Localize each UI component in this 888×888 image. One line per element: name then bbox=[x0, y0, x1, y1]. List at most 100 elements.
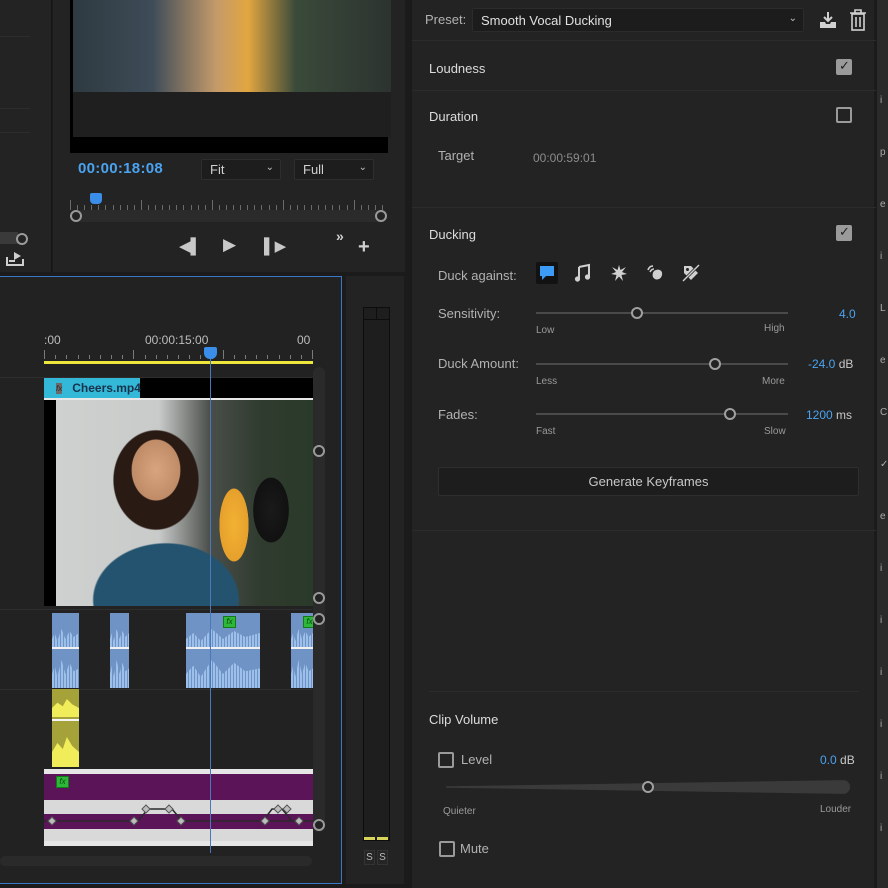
playhead-timecode[interactable]: 00:00:18:08 bbox=[78, 160, 163, 177]
dialogue-icon[interactable] bbox=[536, 262, 558, 284]
chevron-down-icon: ⌄ bbox=[358, 162, 367, 173]
export-icon[interactable] bbox=[6, 250, 24, 266]
work-area-bar[interactable] bbox=[44, 361, 313, 364]
divider bbox=[0, 36, 30, 37]
preset-select[interactable]: Smooth Vocal Ducking ⌄ bbox=[472, 8, 804, 32]
cut-off-label: e bbox=[880, 355, 886, 366]
divider bbox=[0, 132, 30, 133]
volume-line[interactable] bbox=[52, 719, 79, 721]
duck-amount-slider-knob[interactable] bbox=[708, 358, 721, 370]
video-clip[interactable]: fx Cheers.mp4 bbox=[44, 378, 313, 606]
scroll-handle[interactable] bbox=[313, 592, 325, 604]
sensitivity-slider-knob[interactable] bbox=[630, 307, 643, 319]
level-checkbox[interactable] bbox=[438, 752, 454, 768]
sensitivity-max-label: High bbox=[764, 323, 785, 334]
level-value[interactable]: 0.0 bbox=[820, 753, 837, 767]
meter-level-left bbox=[364, 837, 375, 840]
zoom-level-select[interactable]: Fit ⌄ bbox=[201, 159, 281, 180]
timeline-horizontal-scrollbar[interactable] bbox=[0, 856, 312, 866]
scroll-handle[interactable] bbox=[313, 819, 325, 831]
cut-off-label: C bbox=[880, 407, 888, 418]
chevron-down-icon: ⌄ bbox=[265, 162, 274, 173]
loudness-checkbox[interactable] bbox=[836, 58, 852, 75]
ruler-tick bbox=[289, 355, 291, 359]
waveform bbox=[291, 660, 313, 688]
more-controls-icon[interactable]: » bbox=[336, 228, 344, 244]
sensitivity-value[interactable]: 4.0 bbox=[839, 307, 856, 321]
volume-line[interactable] bbox=[52, 647, 79, 649]
level-readout: 0.0 dB bbox=[820, 753, 855, 767]
waveform bbox=[52, 737, 79, 767]
chevron-down-icon: ⌄ bbox=[788, 13, 797, 24]
timeline-playhead[interactable] bbox=[204, 347, 217, 359]
step-back-button[interactable]: ◀▌ bbox=[179, 237, 201, 255]
delete-preset-icon[interactable] bbox=[849, 9, 867, 31]
monitor-playhead[interactable] bbox=[90, 193, 102, 204]
dialogue-audio-clip[interactable] bbox=[110, 613, 129, 688]
monitor-time-ruler[interactable] bbox=[70, 196, 385, 210]
fades-slider-knob[interactable] bbox=[724, 408, 737, 420]
ruler-tick bbox=[178, 355, 179, 359]
dialogue-audio-clip[interactable]: fx bbox=[291, 613, 316, 688]
playback-resolution-select[interactable]: Full ⌄ bbox=[294, 159, 374, 180]
ruler-tick bbox=[44, 350, 45, 359]
clip-name: Cheers.mp4 bbox=[72, 381, 141, 395]
fx-icon[interactable]: fx bbox=[56, 382, 63, 394]
scrollbar-start-handle[interactable] bbox=[70, 210, 82, 222]
ruler-tick bbox=[353, 200, 355, 210]
clip-header: fx Cheers.mp4 bbox=[44, 378, 141, 398]
dialogue-audio-clip[interactable]: fx bbox=[186, 613, 260, 688]
zoom-level-value: Fit bbox=[210, 162, 225, 177]
ruler-tick bbox=[233, 355, 235, 359]
button-editor-add-icon[interactable]: + bbox=[358, 236, 370, 259]
fades-slider-track[interactable] bbox=[536, 413, 788, 415]
level-label: Level bbox=[461, 752, 493, 767]
target-duration-value[interactable]: 00:00:59:01 bbox=[533, 151, 596, 165]
duck-amount-slider-track[interactable] bbox=[536, 363, 788, 365]
duck-against-label: Duck against: bbox=[438, 268, 517, 283]
untagged-icon[interactable] bbox=[680, 262, 702, 284]
fades-min-label: Fast bbox=[536, 426, 556, 437]
solo-left-button[interactable]: S bbox=[364, 850, 375, 865]
audio-meter-panel: S S bbox=[346, 276, 404, 884]
divider bbox=[0, 108, 30, 109]
ducking-keyframes[interactable] bbox=[44, 774, 313, 851]
waveform bbox=[110, 660, 129, 688]
ruler-tick bbox=[122, 355, 124, 359]
scroll-handle[interactable] bbox=[313, 445, 325, 457]
play-button[interactable]: ▶ bbox=[223, 235, 236, 255]
solo-right-button[interactable]: S bbox=[377, 850, 388, 865]
ambience-icon[interactable] bbox=[644, 262, 666, 284]
scrollbar-end-handle[interactable] bbox=[375, 210, 387, 222]
generate-keyframes-button[interactable]: Generate Keyframes bbox=[438, 467, 859, 496]
fades-value[interactable]: 1200 bbox=[806, 408, 833, 422]
ruler-tick bbox=[99, 355, 101, 359]
dialogue-audio-clip[interactable] bbox=[52, 613, 79, 688]
music-audio-clip[interactable] bbox=[52, 689, 79, 767]
volume-line[interactable] bbox=[110, 647, 129, 649]
sensitivity-slider-track[interactable] bbox=[536, 312, 788, 314]
timeline-panel: :00 00:00:15:00 00 fx Cheers.mp4 fx fx f… bbox=[0, 276, 342, 884]
music-icon[interactable] bbox=[572, 262, 594, 284]
level-slider-knob[interactable] bbox=[642, 781, 654, 793]
save-preset-icon[interactable] bbox=[818, 10, 838, 30]
volume-line[interactable] bbox=[291, 647, 313, 649]
cut-off-label: i bbox=[880, 251, 883, 262]
duration-checkbox[interactable] bbox=[836, 107, 852, 123]
scroll-handle[interactable] bbox=[313, 613, 325, 625]
monitor-zoom-scrollbar[interactable] bbox=[74, 210, 382, 222]
opacity-line[interactable] bbox=[44, 398, 313, 400]
mute-checkbox[interactable] bbox=[439, 841, 455, 857]
cut-off-label: ✓ bbox=[880, 459, 888, 470]
zoom-slider-knob[interactable] bbox=[16, 233, 28, 245]
volume-line[interactable] bbox=[186, 647, 260, 649]
step-forward-button[interactable]: ▌▶ bbox=[264, 237, 286, 255]
timeline-ruler[interactable] bbox=[44, 349, 313, 359]
divider bbox=[412, 40, 876, 41]
sfx-icon[interactable] bbox=[608, 262, 630, 284]
ruler-tick bbox=[66, 355, 68, 359]
fx-badge[interactable]: fx bbox=[223, 616, 236, 628]
duck-amount-value[interactable]: -24.0 bbox=[808, 357, 835, 371]
ducking-checkbox[interactable] bbox=[836, 224, 852, 241]
ambience-audio-clip[interactable]: fx bbox=[44, 769, 313, 846]
